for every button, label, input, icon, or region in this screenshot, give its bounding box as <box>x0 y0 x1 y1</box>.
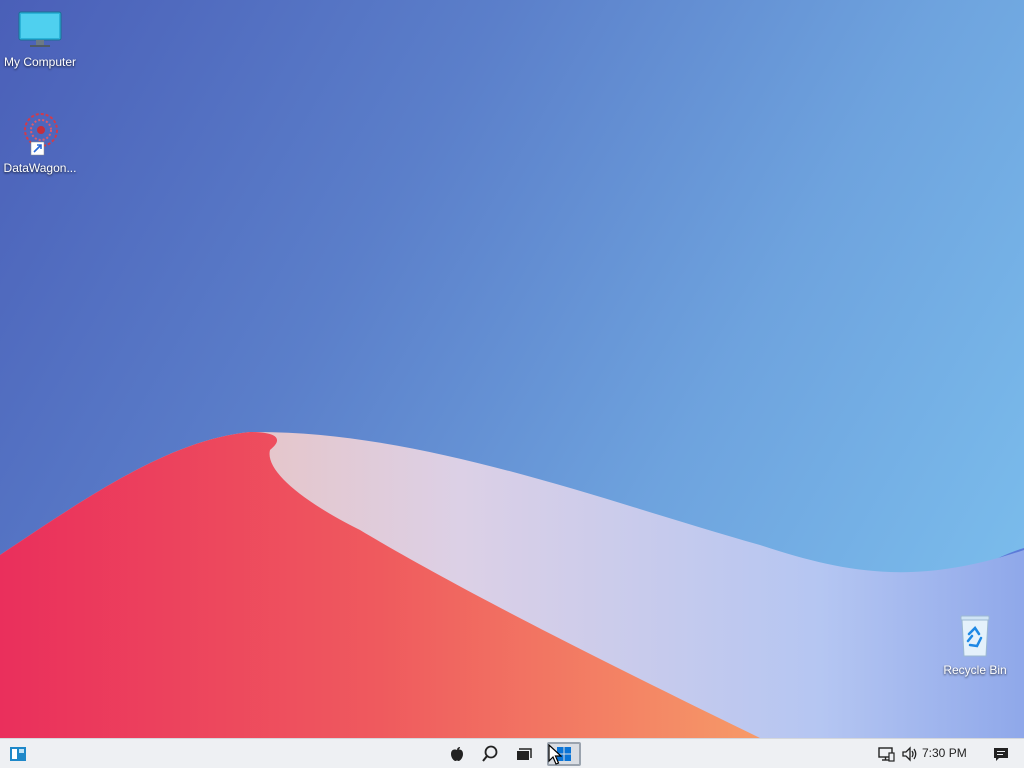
wallpaper <box>0 431 1024 738</box>
taskbar: 7:30 PM <box>0 738 1024 768</box>
widgets-button[interactable] <box>3 742 33 766</box>
widgets-panel-icon <box>10 747 26 761</box>
desktop-icon-recycle-bin[interactable]: Recycle Bin <box>935 614 1015 677</box>
mouse-cursor-icon <box>548 744 562 765</box>
monitor-icon <box>18 11 62 47</box>
desktop-icon-label: DataWagon... <box>3 161 77 175</box>
task-view-button[interactable] <box>509 742 539 766</box>
recycle-bin-icon <box>960 615 990 657</box>
volume-icon <box>902 746 917 762</box>
action-center-icon <box>994 748 1008 761</box>
volume-tray-button[interactable] <box>895 742 925 766</box>
action-center-button[interactable] <box>986 742 1016 766</box>
task-view-icon <box>517 748 532 760</box>
taskbar-clock[interactable]: 7:30 PM <box>922 746 967 760</box>
desktop-icon-label: Recycle Bin <box>943 663 1007 677</box>
search-icon <box>482 745 498 762</box>
apple-icon <box>451 747 463 761</box>
datawagon-shortcut-icon <box>24 113 58 156</box>
desktop-icon-label: My Computer <box>3 55 77 69</box>
network-icon <box>878 747 895 762</box>
apple-button[interactable] <box>442 742 472 766</box>
desktop-icon-my-computer[interactable]: My Computer <box>0 10 80 69</box>
desktop-icon-datawagon[interactable]: DataWagon... <box>0 110 80 175</box>
search-button[interactable] <box>475 742 505 766</box>
desktop: My Computer DataWagon... Recycle Bin <box>0 0 1024 738</box>
